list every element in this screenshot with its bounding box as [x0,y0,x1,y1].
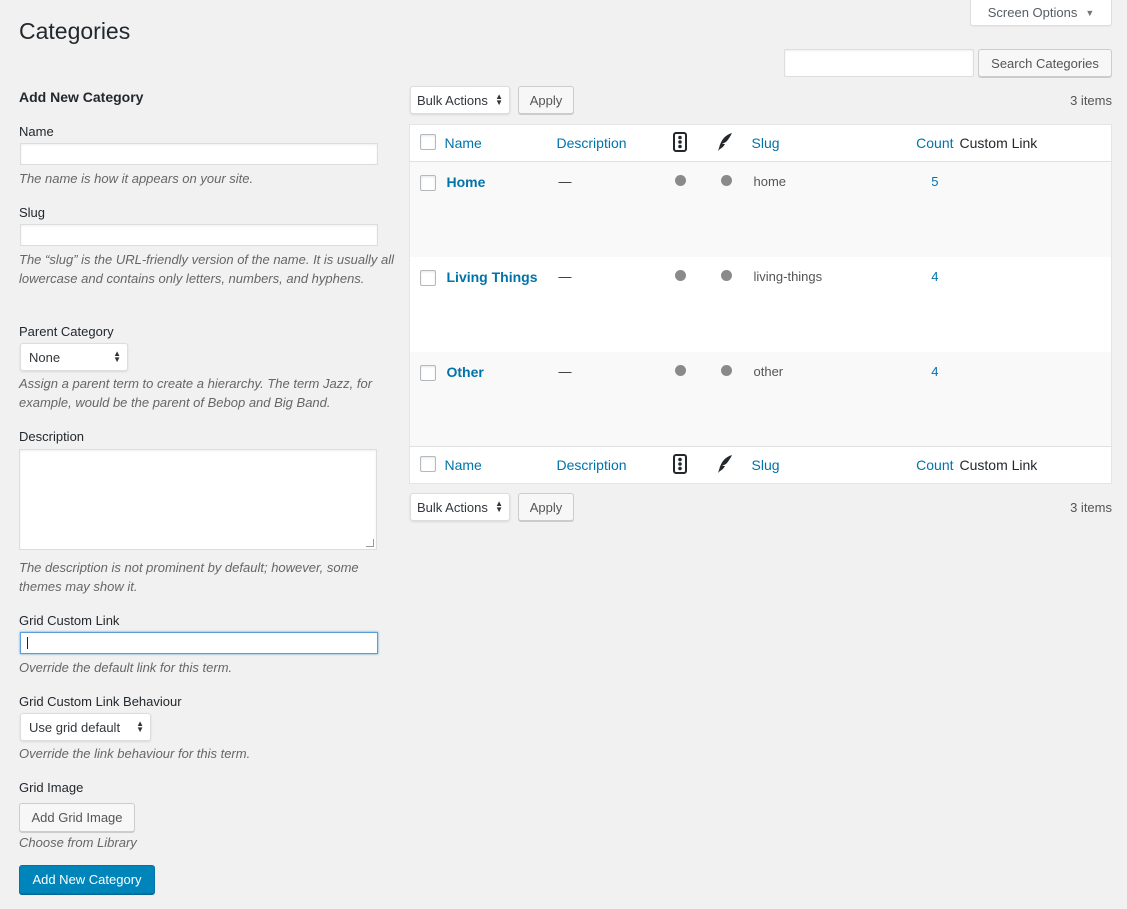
items-count-top: 3 items [1070,93,1112,108]
column-description-sort[interactable]: Description [557,135,627,151]
row-checkbox[interactable] [420,175,436,191]
row-checkbox[interactable] [420,269,436,286]
row-slug: home [753,174,787,189]
select-arrows-icon: ▲ ▼ [495,92,503,107]
column-name-sort[interactable]: Name [445,457,482,473]
screen-options-label: Screen Options [987,5,1078,20]
page-title: Categories [19,18,131,44]
column-icon-1-cell [672,446,716,484]
row-checkbox[interactable] [420,364,436,381]
description-label: Description [19,429,85,444]
column-custom-link: Custom Link [959,457,1038,473]
grid-link-behaviour-help: Override the link behaviour for this ter… [19,746,251,761]
traffic-light-icon [672,131,687,152]
apply-button-top[interactable]: Apply [518,86,574,114]
column-icon-2-cell [715,124,752,162]
screen-options-button[interactable]: Screen Options ▼ [970,0,1112,26]
row-title-link[interactable]: Living Things [447,269,538,285]
grid-custom-link-help: Override the default link for this term. [19,660,233,675]
row-count-link[interactable]: 5 [931,174,938,189]
table-header-row: Name Description Slug Count Custom Link [409,124,1112,162]
column-count-sort[interactable]: Count [916,135,953,151]
bulk-actions-select-top[interactable]: Bulk Actions ▲ ▼ [410,86,510,114]
name-field[interactable] [20,143,378,165]
grid-custom-link-label: Grid Custom Link [19,613,120,628]
name-label: Name [19,124,54,139]
resize-handle-icon[interactable] [366,539,374,547]
form-title: Add New Category [19,89,144,105]
row-description: — [558,363,572,379]
grid-image-help: Choose from Library [19,835,137,850]
name-help: The name is how it appears on your site. [19,171,254,186]
traffic-light-icon [672,453,687,474]
categories-table: Name Description Slug Count Custom Link … [409,124,1112,484]
row-checkbox-cell [410,352,445,447]
status-dot-icon [674,364,686,376]
column-slug-sort[interactable]: Slug [752,457,780,473]
row-description: — [558,268,572,284]
bulk-actions-value: Bulk Actions [417,499,488,515]
column-name-sort[interactable]: Name [445,135,482,151]
add-grid-image-button[interactable]: Add Grid Image [19,803,135,832]
parent-category-help: Assign a parent term to create a hierarc… [19,376,373,410]
grid-link-behaviour-label: Grid Custom Link Behaviour [19,694,182,709]
row-count-link[interactable]: 4 [931,269,938,284]
description-help: The description is not prominent by defa… [19,560,359,594]
column-icon-2-cell [715,446,752,484]
items-count-bottom: 3 items [1070,500,1112,515]
status-dot-icon [720,175,732,186]
quill-feather-icon [717,132,732,151]
grid-link-behaviour-value: Use grid default [29,719,121,735]
select-all-checkbox[interactable] [420,133,436,150]
table-row: Living Things — living-things 4 [410,257,1112,352]
table-row: Other — other 4 [409,351,1112,447]
select-all-cell [409,124,445,162]
row-slug: living-things [753,268,823,284]
description-textarea[interactable] [19,449,377,550]
slug-label: Slug [19,205,46,220]
grid-custom-link-field[interactable] [20,632,378,654]
search-categories-button[interactable]: Search Categories [978,49,1112,77]
caret-down-icon: ▼ [1085,7,1095,18]
parent-category-value: None [29,349,61,365]
text-cursor [27,637,28,649]
row-checkbox-cell [410,257,445,352]
status-dot-icon [720,269,732,281]
select-arrows-icon: ▲ ▼ [136,719,144,734]
table-row: Home — home 5 [409,161,1112,257]
select-arrows-icon: ▲ ▼ [113,349,121,364]
column-icon-1-cell [672,124,716,162]
row-title-link[interactable]: Other [447,364,484,380]
parent-category-select[interactable]: None ▲ ▼ [20,343,128,371]
status-dot-icon [674,175,686,186]
status-dot-icon [720,364,732,376]
row-checkbox-cell [410,162,445,257]
quill-feather-icon [717,454,732,473]
parent-category-label: Parent Category [19,324,114,339]
row-description: — [558,174,572,189]
column-custom-link: Custom Link [959,135,1038,151]
row-slug: other [753,363,784,379]
column-count-sort[interactable]: Count [916,457,953,473]
select-arrows-icon: ▲ ▼ [495,499,503,514]
search-input[interactable] [784,49,974,77]
bulk-actions-value: Bulk Actions [417,92,488,108]
grid-image-label: Grid Image [19,780,84,795]
table-footer-row: Name Description Slug Count Custom Link [409,446,1112,484]
add-new-category-button[interactable]: Add New Category [19,865,155,894]
bulk-actions-select-bottom[interactable]: Bulk Actions ▲ ▼ [410,493,510,521]
select-all-checkbox[interactable] [420,455,436,472]
slug-help: The “slug” is the URL-friendly version o… [19,252,394,286]
select-all-cell [409,446,445,484]
row-title-link[interactable]: Home [447,174,486,190]
status-dot-icon [674,269,686,281]
slug-field[interactable] [20,224,378,246]
apply-button-bottom[interactable]: Apply [518,493,574,521]
grid-link-behaviour-select[interactable]: Use grid default ▲ ▼ [20,713,151,741]
column-slug-sort[interactable]: Slug [752,135,780,151]
column-description-sort[interactable]: Description [557,457,627,473]
row-count-link[interactable]: 4 [931,364,938,379]
